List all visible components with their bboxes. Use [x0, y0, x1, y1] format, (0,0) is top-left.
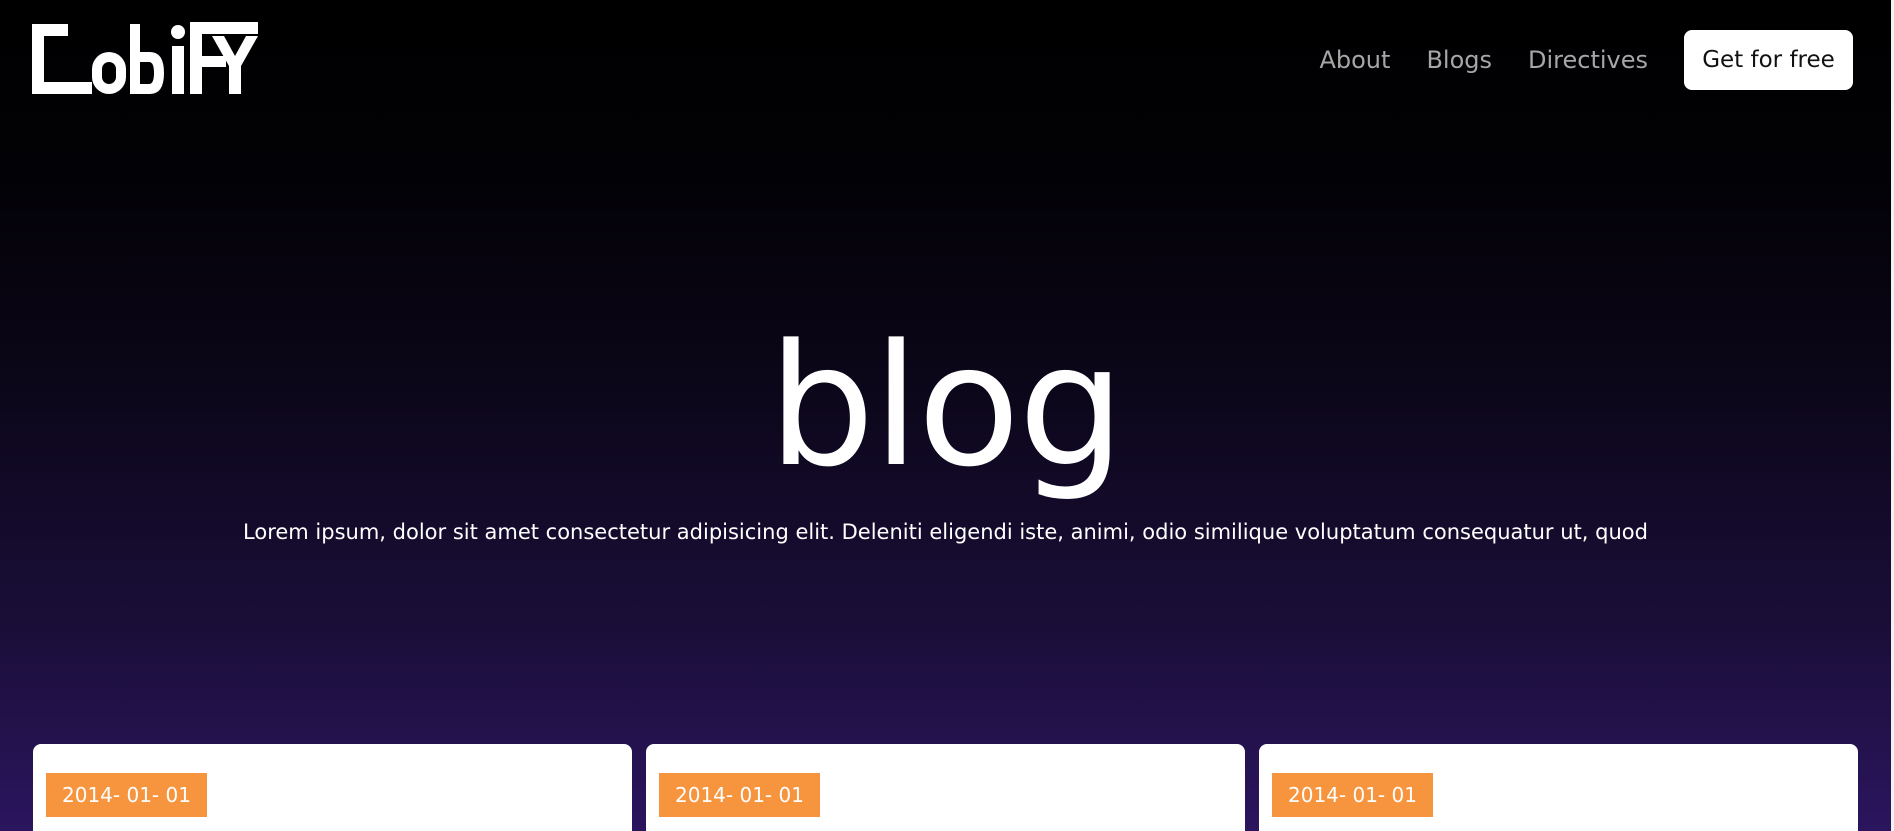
get-for-free-button[interactable]: Get for free	[1684, 30, 1853, 90]
blog-card[interactable]: 2014- 01- 01	[33, 744, 632, 831]
nav-link-directives[interactable]: Directives	[1528, 46, 1648, 74]
blog-card[interactable]: 2014- 01- 01	[1259, 744, 1858, 831]
nav-link-blogs[interactable]: Blogs	[1426, 46, 1492, 74]
date-badge: 2014- 01- 01	[1272, 773, 1433, 817]
codify-logo[interactable]	[32, 22, 258, 96]
blog-card[interactable]: 2014- 01- 01	[646, 744, 1245, 831]
date-badge: 2014- 01- 01	[46, 773, 207, 817]
site-header: About Blogs Directives Get for free	[0, 0, 1891, 120]
page-title: blog	[768, 308, 1125, 504]
nav-link-about[interactable]: About	[1319, 46, 1390, 74]
main-nav: About Blogs Directives Get for free	[1283, 30, 1853, 90]
blog-cards: 2014- 01- 01 2014- 01- 01 2014- 01- 01	[33, 744, 1858, 831]
date-badge: 2014- 01- 01	[659, 773, 820, 817]
page: About Blogs Directives Get for free blog…	[0, 0, 1894, 831]
hero-subtitle: Lorem ipsum, dolor sit amet consectetur …	[243, 520, 1648, 544]
